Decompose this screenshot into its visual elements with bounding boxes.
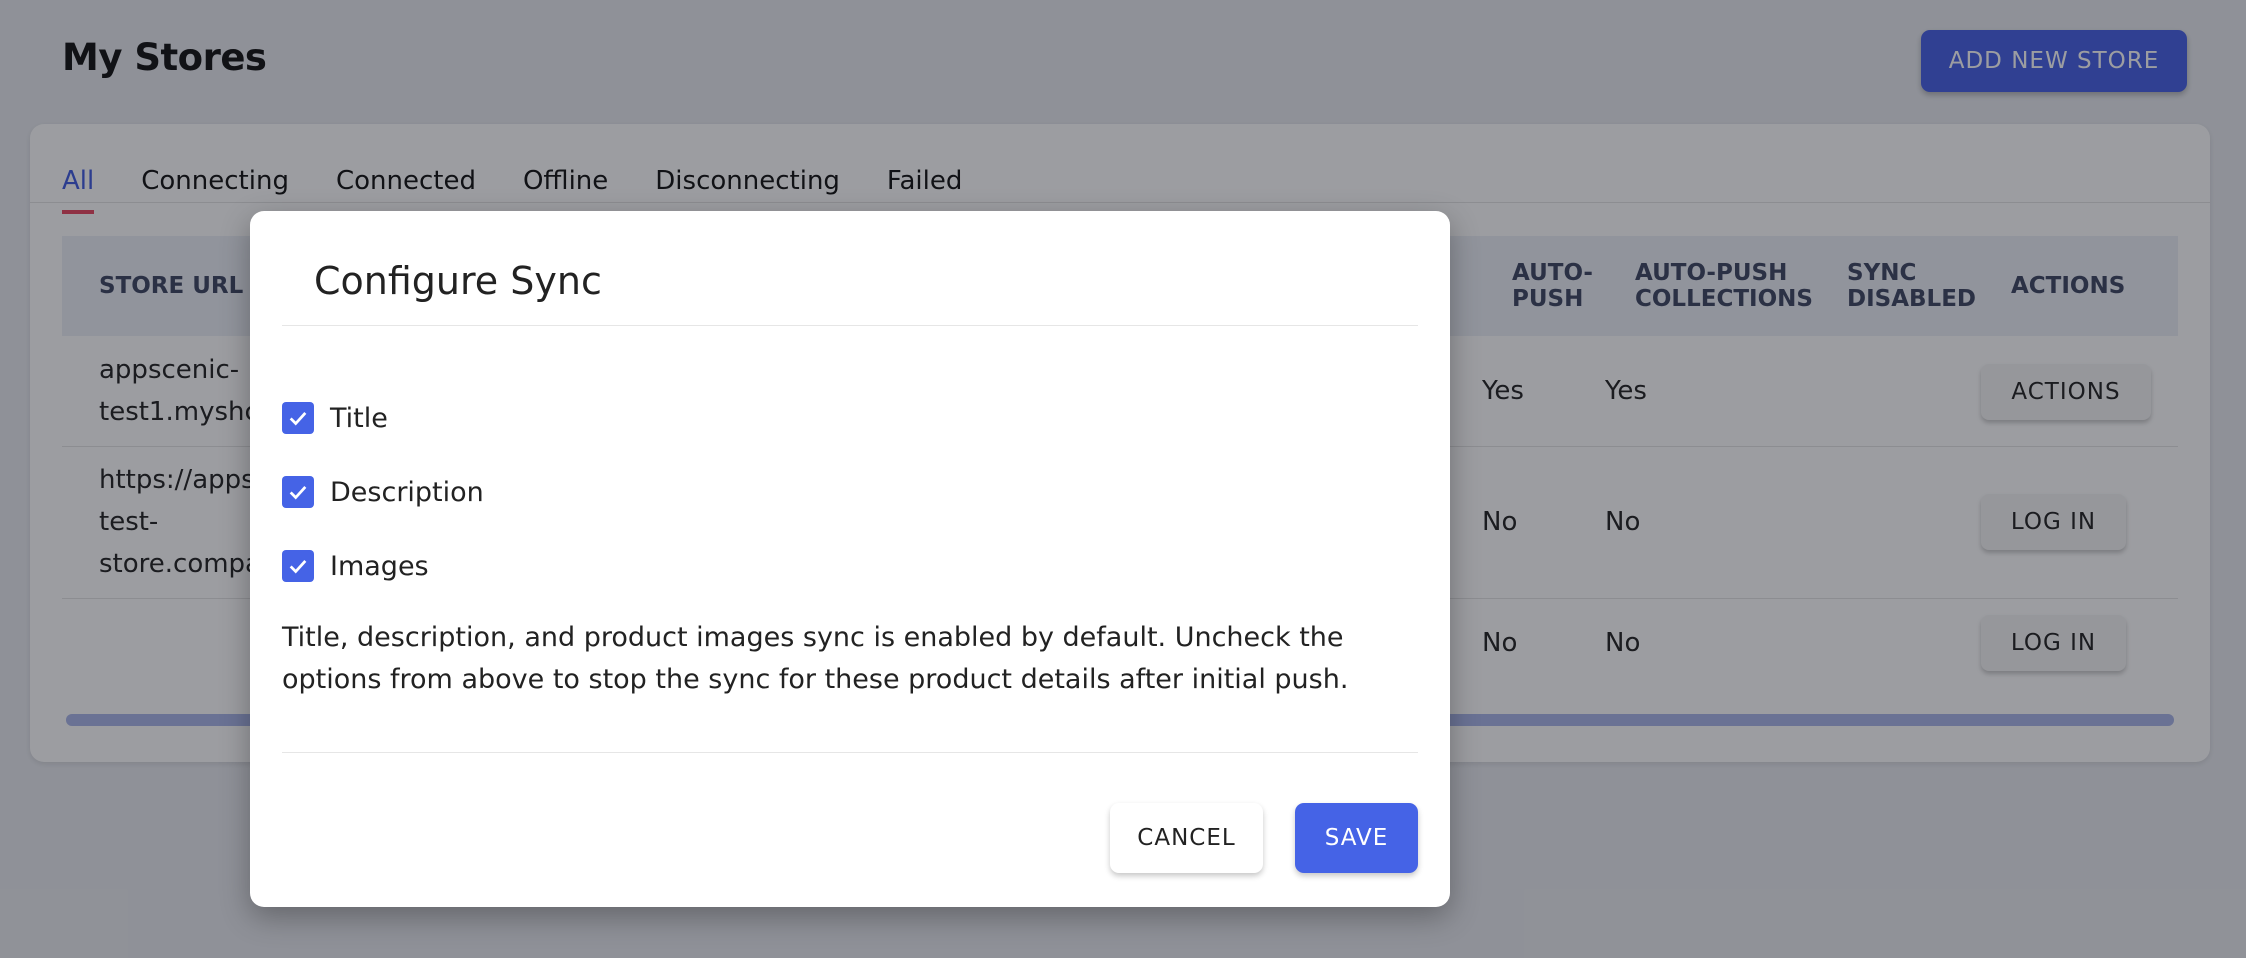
option-description[interactable]: Description (282, 476, 484, 508)
option-title[interactable]: Title (282, 402, 388, 434)
checkbox-checked-icon[interactable] (282, 476, 314, 508)
option-label: Images (330, 550, 429, 582)
dialog-divider (282, 752, 1418, 753)
option-label: Title (330, 402, 388, 434)
checkbox-checked-icon[interactable] (282, 550, 314, 582)
option-images[interactable]: Images (282, 550, 429, 582)
option-label: Description (330, 476, 484, 508)
dialog-title: Configure Sync (314, 259, 602, 303)
sync-help-text: Title, description, and product images s… (282, 622, 1349, 695)
save-button[interactable]: SAVE (1295, 803, 1418, 873)
checkbox-checked-icon[interactable] (282, 402, 314, 434)
configure-sync-dialog: Configure Sync Title Description Images … (250, 211, 1450, 907)
dialog-divider (282, 325, 1418, 326)
cancel-button[interactable]: CANCEL (1110, 803, 1263, 873)
